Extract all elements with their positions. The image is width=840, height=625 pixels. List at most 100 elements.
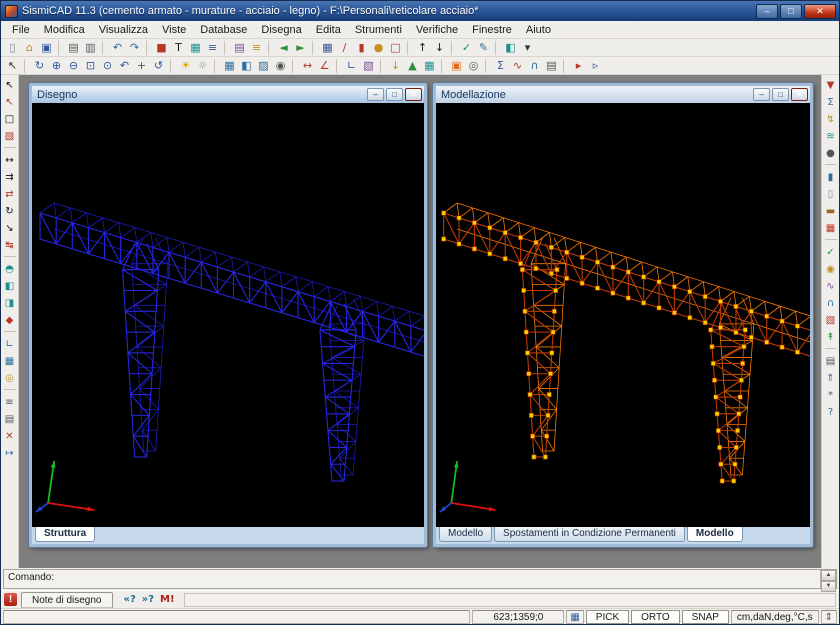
zoom-in-icon[interactable]: ⊕ [48, 58, 65, 74]
move-up-icon[interactable]: ↑ [414, 40, 431, 56]
diagrams-icon[interactable]: ∩ [526, 58, 543, 74]
disegno-close-button[interactable]: ✕ [405, 88, 422, 101]
modellazione-minimize-button[interactable]: – [753, 88, 770, 101]
trim-icon[interactable]: ↹ [2, 237, 18, 254]
steel-icon[interactable]: ▮ [823, 169, 839, 186]
zoom-extents-icon[interactable]: ⊙ [99, 58, 116, 74]
ucs-origin-icon[interactable]: ∟ [2, 336, 18, 353]
zoom-previous-icon[interactable]: ↶ [116, 58, 133, 74]
new-icon[interactable]: ▯ [4, 40, 21, 56]
results-icon[interactable]: ∿ [509, 58, 526, 74]
loads-panel-icon[interactable]: ▼ [823, 77, 839, 94]
render-icon[interactable]: ◉ [272, 58, 289, 74]
open-icon[interactable]: ⌂ [21, 40, 38, 56]
section-box-icon[interactable]: ▣ [448, 58, 465, 74]
scroll-down-button[interactable]: ▼ [821, 581, 836, 592]
redraw-icon[interactable]: ↻ [31, 58, 48, 74]
view-front-icon[interactable]: ◧ [2, 278, 18, 295]
ucs-icon[interactable]: ∟ [343, 58, 360, 74]
snap-mode-icon[interactable]: ▦ [566, 610, 583, 624]
osnap-icon[interactable]: ◎ [2, 370, 18, 387]
draw-beam-icon[interactable]: ∕ [336, 40, 353, 56]
disegno-canvas[interactable] [32, 103, 424, 527]
menu-item-visualizza[interactable]: Visualizza [92, 23, 155, 37]
menu-item-viste[interactable]: Viste [155, 23, 193, 37]
toggle-pick[interactable]: PICK [586, 610, 629, 624]
snap-grid-icon[interactable]: ▦ [2, 353, 18, 370]
view-tab-modello[interactable]: Modello [439, 527, 492, 542]
check-members-icon[interactable]: ✓ [823, 244, 839, 261]
more-icon[interactable]: ▾ [519, 40, 536, 56]
select-icon[interactable]: ↖ [4, 58, 21, 74]
wind-icon[interactable]: ≋ [823, 128, 839, 145]
menu-item-aiuto[interactable]: Aiuto [519, 23, 558, 37]
shaded-icon[interactable]: ◧ [238, 58, 255, 74]
copy-icon[interactable]: ⇉ [2, 169, 18, 186]
deformed-icon[interactable]: ∿ [823, 278, 839, 295]
disegno-minimize-button[interactable]: – [367, 88, 384, 101]
menu-item-modifica[interactable]: Modifica [37, 23, 92, 37]
mirror-icon[interactable]: ⇄ [2, 186, 18, 203]
minimize-button[interactable]: – [756, 4, 778, 19]
export-icon[interactable]: ⇑ [823, 370, 839, 387]
check-nodes-icon[interactable]: ◉ [823, 261, 839, 278]
text-style-icon[interactable]: T [170, 40, 187, 56]
note-next-icon[interactable]: »? [139, 592, 157, 608]
reactions-icon[interactable]: ↟ [823, 329, 839, 346]
angle-icon[interactable]: ∠ [316, 58, 333, 74]
maximize-button[interactable]: □ [780, 4, 802, 19]
print-icon[interactable]: ▤ [65, 40, 82, 56]
forward-icon[interactable]: ► [292, 40, 309, 56]
select-crossing-icon[interactable]: ▧ [2, 128, 18, 145]
save-icon[interactable]: ▣ [38, 40, 55, 56]
redo-icon[interactable]: ↷ [126, 40, 143, 56]
move-down-icon[interactable]: ↓ [431, 40, 448, 56]
database-icon[interactable]: ≡ [204, 40, 221, 56]
criteria-icon[interactable]: ▤ [231, 40, 248, 56]
settings-icon[interactable]: * [823, 387, 839, 404]
select-window-icon[interactable]: □ [2, 111, 18, 128]
report-icon[interactable]: ▤ [543, 58, 560, 74]
modellazione-close-button[interactable]: ✕ [791, 88, 808, 101]
levels-icon[interactable]: ≡ [248, 40, 265, 56]
orbit-icon[interactable]: ↺ [150, 58, 167, 74]
work-plane-icon[interactable]: ▧ [360, 58, 377, 74]
view-tab-spostamenti-in-condizione-permanenti[interactable]: Spostamenti in Condizione Permanenti [494, 527, 685, 542]
layers-panel-icon[interactable]: ≡ [2, 394, 18, 411]
resize-grip[interactable]: ⇕ [821, 610, 837, 624]
help-icon[interactable]: ? [823, 404, 839, 421]
report-gen-icon[interactable]: ▤ [823, 353, 839, 370]
close-button[interactable]: ✕ [804, 4, 836, 19]
modellazione-titlebar[interactable]: Modellazione – □ ✕ [436, 86, 810, 103]
views-icon[interactable]: ◧ [502, 40, 519, 56]
note-previous-icon[interactable]: «? [121, 592, 139, 608]
menu-item-database[interactable]: Database [193, 23, 254, 37]
select-arrow-icon[interactable]: ↖ [2, 77, 18, 94]
menu-item-strumenti[interactable]: Strumenti [348, 23, 409, 37]
move-icon[interactable]: ↔ [2, 152, 18, 169]
solve-icon[interactable]: Σ [492, 58, 509, 74]
lamp-on-icon[interactable]: ☀ [177, 58, 194, 74]
modellazione-maximize-button[interactable]: □ [772, 88, 789, 101]
masonry-icon[interactable]: ▦ [823, 220, 839, 237]
model-check-icon[interactable]: ✓ [458, 40, 475, 56]
camera-icon[interactable]: ◎ [465, 58, 482, 74]
scroll-up-button[interactable]: ▲ [821, 570, 836, 581]
note-flag-icon[interactable]: M! [157, 592, 178, 608]
erase-icon[interactable]: ✕ [2, 428, 18, 445]
draw-node-icon[interactable]: ● [370, 40, 387, 56]
edit-icon[interactable]: ✎ [475, 40, 492, 56]
back-icon[interactable]: ◄ [275, 40, 292, 56]
toggle-orto[interactable]: ORTO [631, 610, 680, 624]
lamp-off-icon[interactable]: ☼ [194, 58, 211, 74]
seismic-icon[interactable]: ↯ [823, 111, 839, 128]
measure-icon[interactable]: ↔ [299, 58, 316, 74]
timber-icon[interactable]: ▬ [823, 203, 839, 220]
menu-item-finestre[interactable]: Finestre [465, 23, 519, 37]
menu-item-edita[interactable]: Edita [309, 23, 348, 37]
concrete-icon[interactable]: ▯ [823, 186, 839, 203]
combinations-icon[interactable]: Σ [823, 94, 839, 111]
view-tab-modello[interactable]: Modello [687, 527, 743, 542]
modellazione-canvas[interactable] [436, 103, 810, 527]
stress-map-icon[interactable]: ▧ [823, 312, 839, 329]
